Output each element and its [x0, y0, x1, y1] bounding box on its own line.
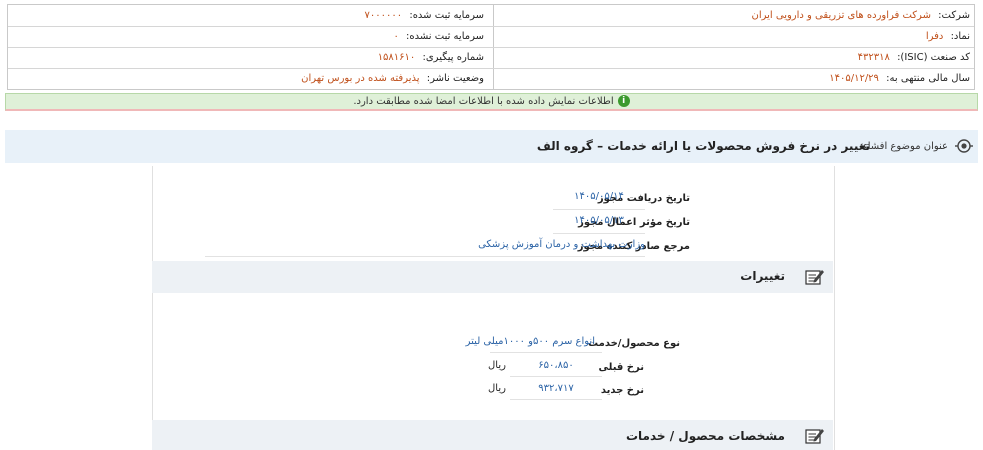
reg-capital-value: ۷۰۰۰۰۰۰ [364, 10, 403, 21]
new-rate-value: ۹۳۲،۷۱۷ [538, 383, 574, 394]
info-row-symbol: نماد: دفرا سرمایه ثبت نشده: ۰ [8, 26, 974, 48]
isic-value: ۴۳۲۳۱۸ [857, 52, 890, 63]
unreg-capital-label: سرمایه ثبت نشده: [406, 31, 484, 42]
info-icon: i [617, 95, 630, 107]
info-row-isic: کد صنعت (ISIC): ۴۳۲۳۱۸ شماره پیگیری: ۱۵۸… [8, 47, 974, 69]
old-rate-value: ۶۵۰،۸۵۰ [538, 360, 574, 371]
tracking-label: شماره پیگیری: [422, 52, 484, 63]
content-panel [152, 166, 835, 450]
new-rate-label: نرخ جدید [600, 385, 644, 396]
product-type-label: نوع محصول/خدمت [588, 338, 680, 349]
reg-capital-label: سرمایه ثبت شده: [409, 10, 484, 21]
unreg-capital-value: ۰ [393, 31, 399, 42]
fiscal-cell: سال مالی منتهی به: ۱۴۰۵/۱۲/۲۹ [829, 68, 970, 89]
old-rate-label: نرخ قبلی [598, 362, 645, 373]
subject-title: تغییر در نرخ فروش محصولات یا ارائه خدمات… [536, 139, 870, 153]
verification-notice: iاطلاعات نمایش داده شده با اطلاعات امضا … [5, 93, 978, 111]
symbol-value: دفرا [925, 31, 944, 42]
company-info-table: شرکت: شرکت فراورده های تزریقی و دارویی ا… [7, 4, 975, 90]
unreg-capital-cell: سرمایه ثبت نشده: ۰ [393, 26, 484, 47]
permit-received-value: ۱۴۰۵/۰۵/۱۴ [574, 191, 624, 202]
tracking-cell: شماره پیگیری: ۱۵۸۱۶۱۰ [378, 47, 484, 68]
specs-title: مشخصات محصول / خدمات [625, 429, 785, 443]
underline [553, 233, 645, 234]
changes-title: تغییرات [740, 269, 785, 283]
tracking-value: ۱۵۸۱۶۱۰ [377, 52, 416, 63]
company-value: شرکت فراورده های تزریقی و دارویی ایران [751, 10, 931, 21]
fiscal-label: سال مالی منتهی به: [886, 73, 970, 84]
target-icon [955, 139, 973, 153]
status-value: پذیرفته شده در بورس تهران [301, 73, 420, 84]
info-row-fiscal: سال مالی منتهی به: ۱۴۰۵/۱۲/۲۹ وضعیت ناشر… [8, 68, 974, 89]
company-label: شرکت: [938, 10, 970, 21]
symbol-label: نماد: [950, 31, 970, 42]
edit-icon [805, 429, 824, 444]
underline [510, 399, 602, 400]
status-cell: وضعیت ناشر: پذیرفته شده در بورس تهران [301, 68, 484, 89]
info-row-company: شرکت: شرکت فراورده های تزریقی و دارویی ا… [8, 5, 974, 27]
status-label: وضعیت ناشر: [426, 73, 484, 84]
old-rate-unit: ریال [488, 360, 506, 371]
underline [490, 352, 602, 353]
specs-section-header: مشخصات محصول / خدمات [152, 420, 833, 450]
subject-bar: عنوان موضوع افشاء: تغییر در نرخ فروش محص… [5, 130, 978, 163]
isic-label: کد صنعت (ISIC): [897, 52, 970, 63]
underline [205, 256, 645, 257]
new-rate-unit: ریال [488, 383, 506, 394]
company-cell: شرکت: شرکت فراورده های تزریقی و دارویی ا… [751, 5, 970, 26]
fiscal-value: ۱۴۰۵/۱۲/۲۹ [829, 73, 879, 84]
subject-label: عنوان موضوع افشاء: [859, 141, 948, 152]
changes-section-header: تغییرات [152, 261, 833, 293]
permit-effective-value: ۱۴۰۵/۰۵/۱۳ [574, 215, 624, 226]
edit-icon [805, 270, 824, 285]
permit-issuer-value: وزارت بهداشت و درمان آموزش پزشکی [478, 239, 645, 250]
isic-cell: کد صنعت (ISIC): ۴۳۲۳۱۸ [858, 47, 970, 68]
reg-capital-cell: سرمایه ثبت شده: ۷۰۰۰۰۰۰ [365, 5, 484, 26]
notice-text: اطلاعات نمایش داده شده با اطلاعات امضا ش… [353, 96, 614, 107]
underline [510, 376, 602, 377]
product-type-value: انواع سرم ۵۰۰و ۱۰۰۰میلی لیتر [465, 336, 595, 347]
underline [553, 209, 645, 210]
symbol-cell: نماد: دفرا [926, 26, 970, 47]
